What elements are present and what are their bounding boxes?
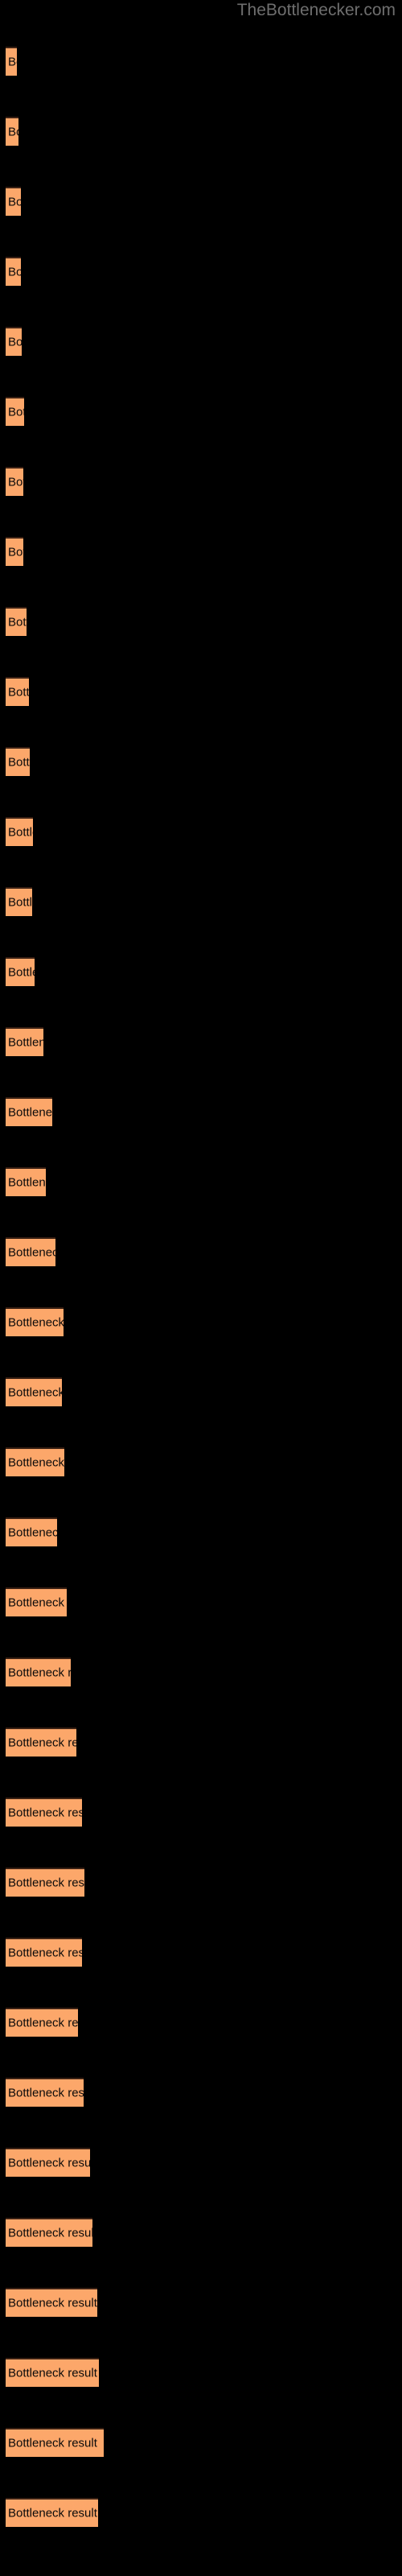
bar: Bottleneck result (6, 817, 33, 846)
bar-label: Bottleneck result (8, 615, 27, 630)
bar-label: Bottleneck result (8, 2436, 97, 2450)
bar: Bottleneck result (6, 2218, 92, 2247)
bar-label: Bottleneck result (8, 2506, 97, 2520)
bar: Bottleneck result (6, 747, 30, 776)
bar: Bottleneck result (6, 117, 18, 146)
bar-label: Bottleneck result (8, 1245, 55, 1260)
bar: Bottleneck result (6, 187, 21, 216)
bar-label: Bottleneck result (8, 405, 24, 419)
bar-label: Bottleneck result (8, 2296, 97, 2310)
bar: Bottleneck result (6, 1377, 62, 1406)
bar-label: Bottleneck result (8, 2156, 90, 2170)
bar-label: Bottleneck result (8, 825, 33, 840)
bar: Bottleneck result (6, 957, 35, 986)
bar-label: Bottleneck result (8, 2366, 97, 2380)
bar-label: Bottleneck result (8, 685, 29, 700)
bar-label: Bottleneck result (8, 1105, 52, 1120)
bar: Bottleneck result (6, 2358, 99, 2387)
bar: Bottleneck result (6, 1027, 43, 1056)
bar: Bottleneck result (6, 2008, 78, 2037)
bar: Bottleneck result (6, 467, 23, 496)
bar: Bottleneck result (6, 1798, 82, 1827)
bar: Bottleneck result (6, 1728, 76, 1757)
bar-label: Bottleneck result (8, 1596, 67, 1610)
bar: Bottleneck result (6, 2428, 104, 2457)
bar: Bottleneck result (6, 2498, 98, 2527)
bar: Bottleneck result (6, 1237, 55, 1266)
bar: Bottleneck result (6, 2288, 97, 2317)
bar-series: Bottleneck result Bottleneck result Bottle… (0, 0, 402, 2576)
bar-label: Bottleneck result (8, 1175, 46, 1190)
bar-label: Bottleneck result (8, 1455, 64, 1470)
bar: Bottleneck result (6, 2078, 84, 2107)
bar-label: Bottleneck result (8, 1876, 84, 1890)
bar-label: Bottleneck result (8, 1385, 62, 1400)
bar-label: Bottleneck result (8, 2086, 84, 2100)
bar-label: Bottleneck result (8, 1666, 71, 1680)
bar: Bottleneck result (6, 1307, 64, 1336)
bar-label: Bottleneck result (8, 475, 23, 489)
bar-label: Bottleneck result (8, 2226, 92, 2240)
bar: Bottleneck result (6, 2148, 90, 2177)
bar: Bottleneck result (6, 1657, 71, 1686)
bar-label: Bottleneck result (8, 965, 35, 980)
bar: Bottleneck result (6, 1447, 64, 1476)
bar: Bottleneck result (6, 257, 21, 286)
bar: Bottleneck result (6, 1097, 52, 1126)
bar: Bottleneck result (6, 677, 29, 706)
bar-label: Bottleneck result (8, 335, 22, 349)
bar-label: Bottleneck result (8, 1315, 64, 1330)
bar: Bottleneck result (6, 1868, 84, 1897)
bar: Bottleneck result (6, 1167, 46, 1196)
bar-label: Bottleneck result (8, 755, 30, 770)
bottleneck-bar-chart: TheBottlenecker.com Bottleneck resultBot… (0, 0, 402, 2576)
bar-label: Bottleneck result (8, 1946, 82, 1960)
bar-label: Bottleneck result (8, 895, 32, 910)
bar: Bottleneck result (6, 1938, 82, 1967)
bar: Bottleneck result (6, 327, 22, 356)
bar-label: Bottleneck result (8, 2016, 78, 2030)
bar-label: Bottleneck result (8, 1525, 57, 1540)
bar-label: Bottleneck result (8, 1736, 76, 1750)
bar: Bottleneck result (6, 397, 24, 426)
bar-label: Bottleneck result (8, 195, 21, 209)
bar-label: Bottleneck result (8, 545, 23, 559)
bar-label: Bottleneck result (8, 55, 17, 69)
bar-label: Bottleneck result (8, 265, 21, 279)
bar: Bottleneck result (6, 607, 27, 636)
bar: Bottleneck result (6, 887, 32, 916)
bar: Bottleneck result (6, 47, 17, 76)
bar: Bottleneck result (6, 1517, 57, 1546)
bar-label: Bottleneck result (8, 1035, 43, 1050)
bar: Bottleneck result (6, 537, 23, 566)
bar-label: Bottleneck result (8, 125, 18, 139)
bar: Bottleneck result (6, 1587, 67, 1616)
bar-label: Bottleneck result (8, 1806, 82, 1820)
